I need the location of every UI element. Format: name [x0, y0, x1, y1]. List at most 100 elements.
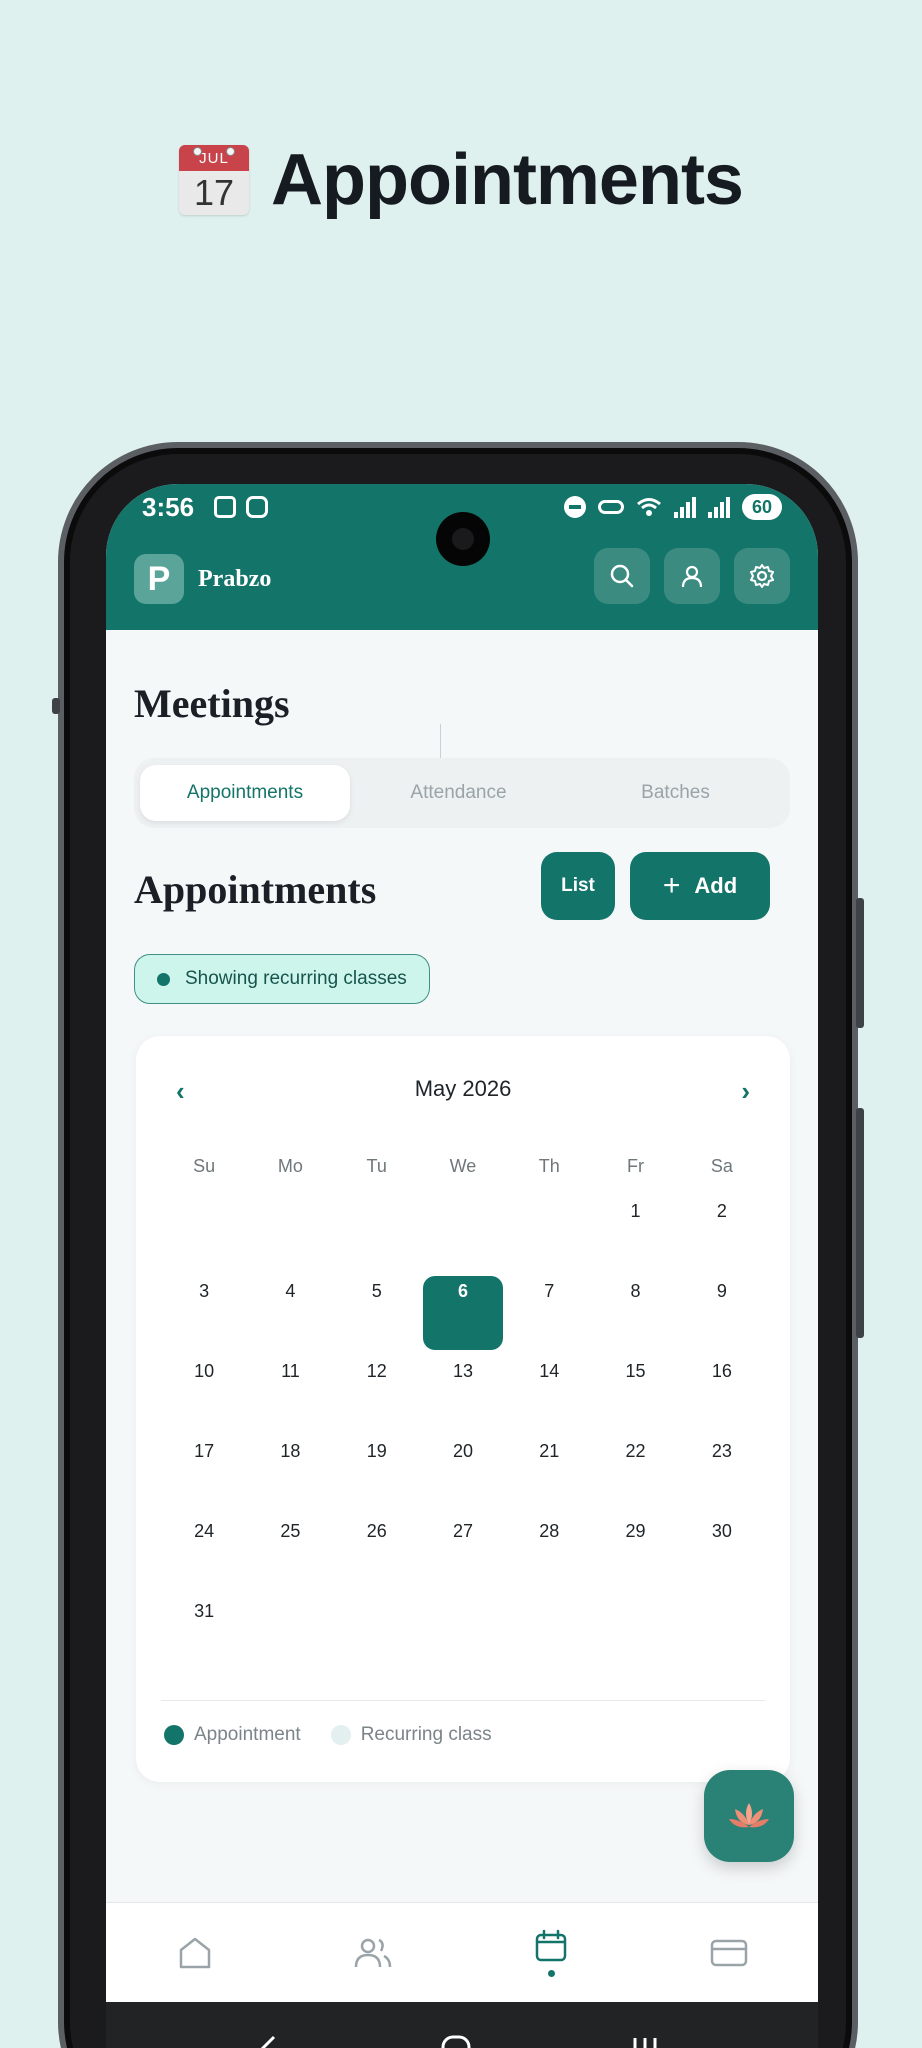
list-view-button[interactable]: List: [541, 852, 615, 920]
next-month-button[interactable]: ›: [741, 1076, 750, 1107]
calendar-day[interactable]: 26: [334, 1516, 420, 1596]
users-icon: [354, 1938, 392, 1967]
dnd-icon: [564, 496, 586, 518]
calendar-day[interactable]: 4: [247, 1276, 333, 1356]
calendar-day[interactable]: 23: [679, 1436, 765, 1516]
signal-icon: [674, 496, 696, 518]
app-header: 3:56 60 P Prabzo: [106, 484, 818, 630]
card-icon: [710, 1939, 748, 1966]
active-indicator: [547, 1970, 555, 1977]
profile-button[interactable]: [664, 548, 720, 604]
bottom-nav: [106, 1902, 818, 2002]
nav-home[interactable]: [106, 1903, 284, 2002]
calendar-day: [506, 1596, 592, 1676]
calendar-day[interactable]: 1: [592, 1196, 678, 1276]
home-icon: [179, 1937, 211, 1968]
calendar-day[interactable]: 14: [506, 1356, 592, 1436]
home-nav-icon[interactable]: [440, 2034, 472, 2048]
status-time: 3:56: [142, 492, 195, 522]
calendar-legend: Appointment Recurring class: [164, 1724, 492, 1746]
recurring-filter-badge[interactable]: Showing recurring classes: [134, 954, 430, 1004]
back-icon[interactable]: [256, 2034, 280, 2048]
calendar: ‹ May 2026 › Su Mo Tu We Th Fr Sa 123456…: [136, 1036, 790, 1782]
promo-header: JUL 17 Appointments: [0, 130, 922, 230]
plus-icon: +: [662, 869, 681, 902]
calendar-day[interactable]: 12: [334, 1356, 420, 1436]
battery-indicator: 60: [742, 494, 782, 520]
calendar-day[interactable]: 11: [247, 1356, 333, 1436]
brand-name: Prabzo: [198, 565, 272, 592]
calendar-day[interactable]: 16: [679, 1356, 765, 1436]
assistant-fab[interactable]: [704, 1770, 794, 1862]
vpn-key-icon: [598, 500, 624, 514]
instagram-icon: [246, 496, 268, 518]
calendar-day: [679, 1596, 765, 1676]
app-screen: 3:56 60 P Prabzo Meetings Appointments A…: [106, 484, 818, 2048]
system-nav-bar: [106, 2002, 818, 2048]
calendar-day[interactable]: 28: [506, 1516, 592, 1596]
calendar-day[interactable]: 25: [247, 1516, 333, 1596]
calendar-day[interactable]: 13: [420, 1356, 506, 1436]
calendar-day: [420, 1596, 506, 1676]
calendar-day[interactable]: 7: [506, 1276, 592, 1356]
gear-icon: [750, 564, 774, 588]
tab-batches[interactable]: Batches: [567, 765, 784, 821]
promo-title: Appointments: [271, 140, 744, 220]
calendar-week-row: 3456789: [161, 1276, 765, 1356]
legend-appointment: Appointment: [164, 1724, 301, 1746]
calendar-day[interactable]: 8: [592, 1276, 678, 1356]
calendar-day[interactable]: 10: [161, 1356, 247, 1436]
calendar-day[interactable]: 19: [334, 1436, 420, 1516]
calendar-day: [247, 1596, 333, 1676]
calendar-week-row: 31: [161, 1596, 765, 1676]
calendar-emoji-icon: JUL 17: [179, 145, 250, 215]
nav-clients[interactable]: [284, 1903, 462, 2002]
calendar-day[interactable]: 21: [506, 1436, 592, 1516]
calendar-day: [161, 1196, 247, 1276]
calendar-week-row: 10 11 12 13 14 15 16: [161, 1356, 765, 1436]
calendar-day[interactable]: 15: [592, 1356, 678, 1436]
calendar-day[interactable]: 31: [161, 1596, 247, 1676]
status-dot: [157, 973, 170, 986]
calendar-day[interactable]: 18: [247, 1436, 333, 1516]
nav-calendar[interactable]: [462, 1903, 640, 2002]
brand[interactable]: P Prabzo: [134, 554, 271, 604]
search-button[interactable]: [594, 548, 650, 604]
user-icon: [681, 565, 703, 588]
calendar-day: [506, 1196, 592, 1276]
calendar-day: [420, 1196, 506, 1276]
calendar-week-row: 12: [161, 1196, 765, 1276]
search-icon: [610, 564, 634, 588]
calendar-grid: Su Mo Tu We Th Fr Sa 1 2 3 4 5 6 7 8 9 10 11 12 13 14…: [161, 1146, 765, 1676]
legend-recurring: Recurring class: [330, 1724, 492, 1746]
tab-bar: Appointments Attendance Batches: [134, 758, 790, 828]
calendar-day: [247, 1196, 333, 1276]
tab-attendance[interactable]: Attendance: [350, 765, 567, 821]
calendar-week-row: 24 25 26 27 28 29 30: [161, 1516, 765, 1596]
calendar-day[interactable]: 24: [161, 1516, 247, 1596]
nav-billing[interactable]: [640, 1903, 818, 2002]
calendar-day[interactable]: 9: [679, 1276, 765, 1356]
recents-icon[interactable]: [630, 2036, 660, 2048]
calendar-week-row: 17 18 19 20 21 22 23: [161, 1436, 765, 1516]
calendar-icon: [535, 1929, 567, 1962]
settings-button[interactable]: [734, 548, 790, 604]
phone-frame: 3:56 60 P Prabzo Meetings Appointments A…: [52, 442, 864, 2048]
tab-appointments[interactable]: Appointments: [140, 765, 350, 821]
calendar-day: [334, 1196, 420, 1276]
calendar-day[interactable]: 27: [420, 1516, 506, 1596]
calendar-day[interactable]: 30: [679, 1516, 765, 1596]
calendar-day[interactable]: 20: [420, 1436, 506, 1516]
calendar-day[interactable]: 2: [679, 1196, 765, 1276]
calendar-day[interactable]: 17: [161, 1436, 247, 1516]
lotus-icon: [729, 1803, 769, 1828]
calendar-day[interactable]: 5: [334, 1276, 420, 1356]
calendar-day[interactable]: 6: [420, 1276, 506, 1356]
month-label: May 2026: [414, 1076, 512, 1101]
add-appointment-button[interactable]: + Add: [630, 852, 770, 920]
calendar-day[interactable]: 3: [161, 1276, 247, 1356]
calendar-day[interactable]: 22: [592, 1436, 678, 1516]
calendar-day[interactable]: 29: [592, 1516, 678, 1596]
signal-icon-2: [708, 496, 730, 518]
weekday-header: Su Mo Tu We Th Fr Sa: [193, 1156, 733, 1176]
